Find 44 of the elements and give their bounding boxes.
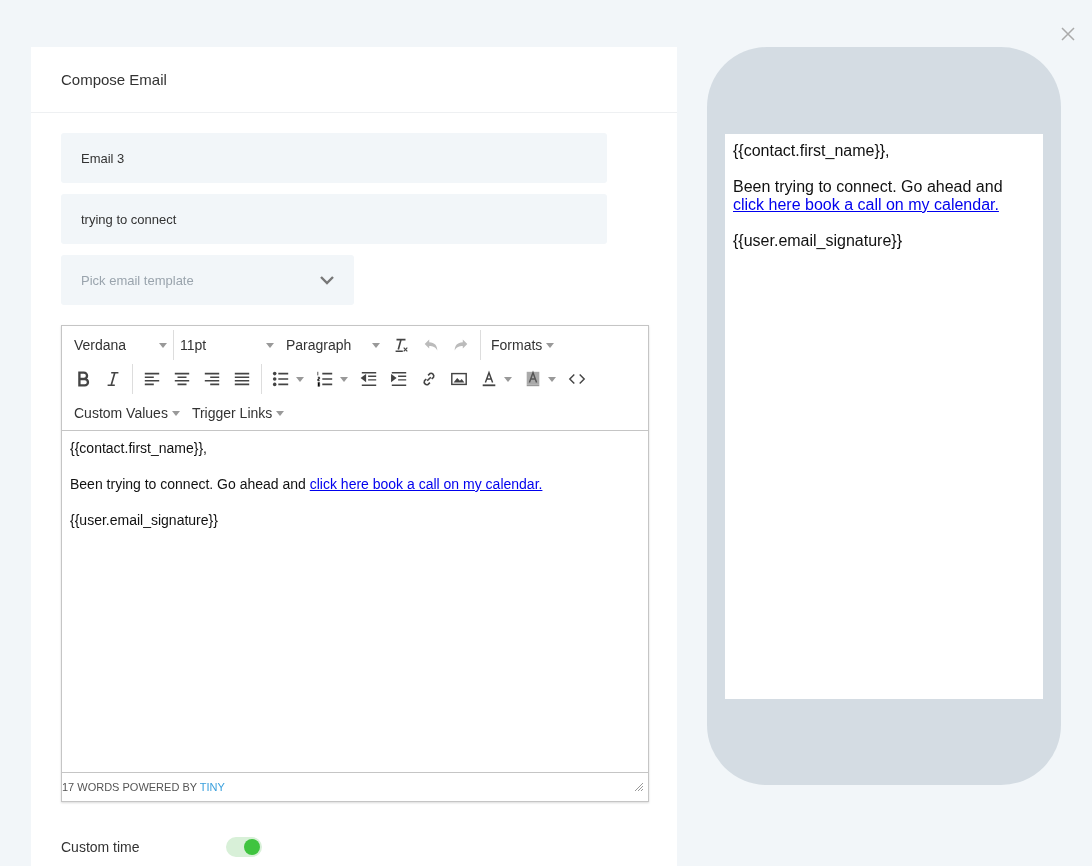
image-icon bbox=[450, 370, 468, 388]
toolbar-dropdown[interactable]: Verdana bbox=[68, 330, 174, 360]
textcolor-icon bbox=[480, 370, 498, 388]
caret-icon bbox=[372, 342, 380, 348]
caret-icon bbox=[548, 376, 556, 382]
toolbar-menu[interactable]: Trigger Links bbox=[185, 398, 291, 428]
toggle-switch[interactable] bbox=[225, 837, 262, 857]
toolbar-menu[interactable]: Custom Values bbox=[68, 398, 186, 428]
paragraph-text: {{contact.first_name}}, bbox=[733, 142, 891, 160]
caret-icon bbox=[266, 342, 274, 348]
input-field[interactable]: trying to connect bbox=[61, 194, 607, 244]
calendar-link[interactable]: click here book a call on my calendar. bbox=[309, 476, 543, 492]
caret-icon bbox=[504, 376, 512, 382]
chevron-down-icon bbox=[320, 275, 334, 285]
justify-icon bbox=[233, 370, 251, 388]
alignleft-icon bbox=[143, 370, 161, 388]
toolbar-dropdown[interactable]: Paragraph bbox=[280, 330, 386, 360]
aligncenter-icon bbox=[173, 370, 191, 388]
caret-icon bbox=[340, 376, 348, 382]
indent-icon bbox=[390, 370, 408, 388]
paragraph-text: Been trying to connect. Go ahead and click here book a call on my calendar. bbox=[70, 475, 544, 493]
input-field[interactable]: Email 3 bbox=[61, 133, 607, 183]
caret-icon bbox=[159, 342, 167, 348]
word-count-text: 17 WORDS POWERED BY TINY bbox=[62, 781, 225, 793]
calendar-link[interactable]: click here book a call on my calendar. bbox=[733, 196, 999, 213]
paragraph-text: {{user.email_signature}} bbox=[70, 511, 219, 529]
caret-icon bbox=[296, 376, 304, 382]
paragraph-text: {{contact.first_name}}, bbox=[70, 439, 208, 457]
caret-icon bbox=[171, 410, 180, 416]
outdent-icon bbox=[360, 370, 378, 388]
toolbar-dropdown[interactable]: 11pt bbox=[174, 330, 280, 360]
caret-icon bbox=[546, 342, 555, 348]
toolbar-menu[interactable]: Formats bbox=[485, 330, 561, 360]
paragraph-text: {{user.email_signature}} bbox=[733, 232, 903, 250]
custom-time-label: Custom time bbox=[61, 839, 140, 855]
dialog-title: Compose Email bbox=[31, 47, 677, 113]
backcolor-icon bbox=[524, 370, 542, 388]
alignright-icon bbox=[203, 370, 221, 388]
bullets-icon bbox=[272, 370, 290, 388]
caret-icon bbox=[276, 410, 285, 416]
paragraph-text: Been trying to connect. Go ahead and click here book a call on my calendar. bbox=[733, 178, 1004, 214]
link-icon bbox=[420, 370, 438, 388]
numbers-icon bbox=[316, 370, 334, 388]
resize-handle-icon[interactable] bbox=[634, 782, 644, 792]
